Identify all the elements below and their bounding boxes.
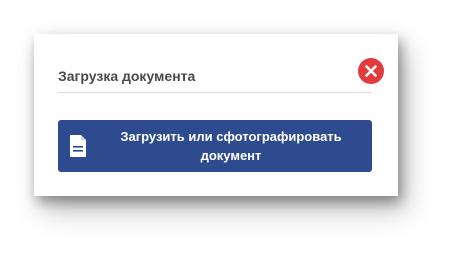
close-icon (365, 65, 377, 77)
dialog-header: Загрузка документа (58, 54, 384, 93)
close-button[interactable] (358, 58, 384, 84)
document-icon (70, 135, 86, 157)
upload-dialog: Загрузка документа Загрузить или сфотогр… (34, 34, 398, 196)
upload-document-button[interactable]: Загрузить или сфотографировать документ (58, 120, 372, 172)
upload-button-label: Загрузить или сфотографировать документ (120, 129, 342, 163)
dialog-title: Загрузка документа (58, 68, 196, 84)
